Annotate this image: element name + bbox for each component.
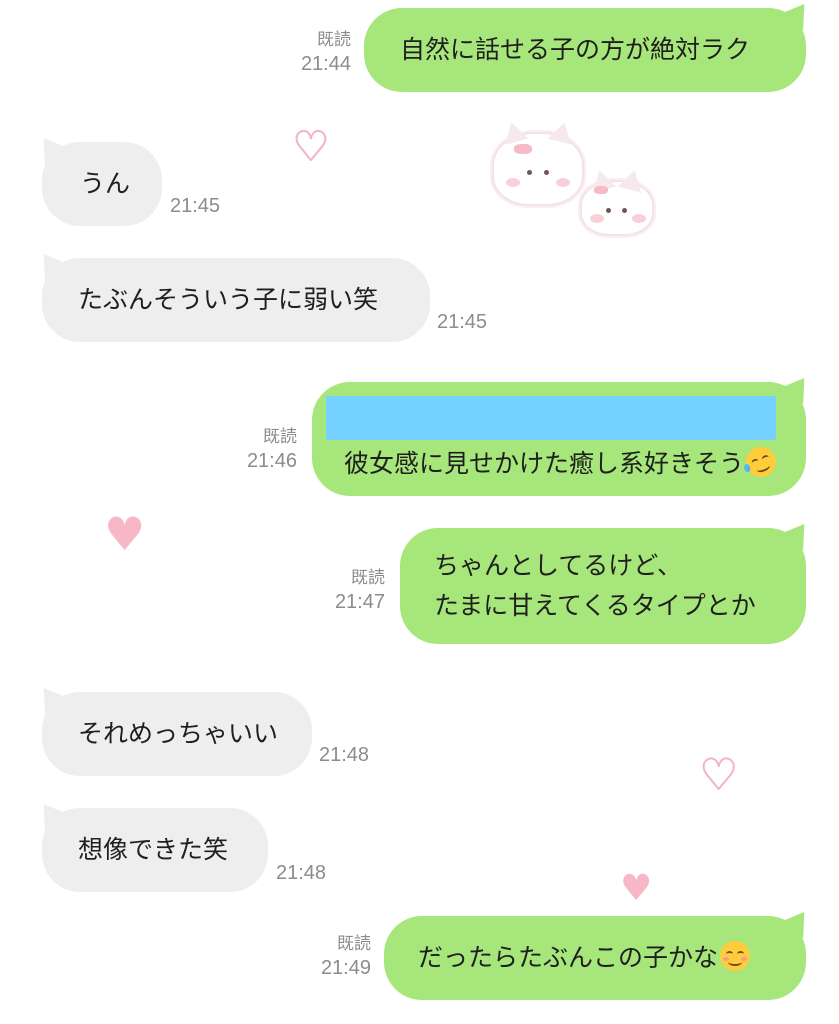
message-time: 21:45 — [170, 195, 221, 217]
message-time: 21:46 — [246, 450, 297, 472]
message-meta: 既読 21:47 — [295, 567, 385, 615]
message-meta: 21:45 — [437, 309, 487, 335]
read-receipt: 既読 — [317, 30, 351, 49]
heart-icon: ♥ — [699, 749, 739, 800]
message-bubble-incoming[interactable]: それめっちゃいい — [42, 692, 312, 776]
message-meta: 21:48 — [276, 860, 326, 886]
message-text: 自然に話せる子の方が絶対ラク — [400, 35, 751, 64]
message-meta: 既読 21:49 — [281, 933, 371, 981]
message-bubble-outgoing[interactable]: だったらたぶんこの子かな — [384, 916, 806, 1000]
message-text: たぶんそういう子に弱い笑 — [78, 285, 379, 314]
message-bubble-outgoing[interactable]: 自然に話せる子の方が絶対ラク — [364, 8, 806, 92]
message-text: うん — [80, 169, 131, 198]
heart-icon: ♥ — [292, 123, 330, 171]
message-time: 21:45 — [437, 311, 488, 333]
rolling-laughing-emoji-icon — [741, 442, 781, 482]
message-text: 彼女感に見せかけた癒し系好きそう — [344, 449, 745, 478]
cat-sticker-icon — [492, 119, 584, 206]
message-text: 想像できた笑 — [78, 835, 229, 864]
heart-icon: ♥ — [620, 868, 653, 909]
redacted-block — [326, 396, 776, 440]
smiling-face-emoji-icon — [720, 941, 751, 971]
cat-sticker-icon — [580, 167, 654, 236]
message-text: たまに甘えてくるタイプとか — [434, 591, 756, 620]
message-bubble-incoming[interactable]: たぶんそういう子に弱い笑 — [42, 258, 430, 342]
message-bubble-incoming[interactable]: 想像できた笑 — [42, 808, 268, 892]
read-receipt: 既読 — [351, 568, 385, 587]
message-time: 21:49 — [320, 957, 371, 979]
message-meta: 既読 21:46 — [207, 426, 297, 474]
heart-icon: ♥ — [104, 507, 146, 561]
message-bubble-outgoing[interactable]: ちゃんとしてるけど、 たまに甘えてくるタイプとか — [400, 528, 806, 644]
message-time: 21:44 — [300, 53, 351, 75]
message-text: だったらたぶんこの子かな — [418, 943, 719, 972]
message-text: それめっちゃいい — [78, 719, 279, 748]
chat-view[interactable]: ♥ ♥ ♥ ♥ 既読 21:44 自然に話せる子の方が絶対ラク うん 21:45… — [0, 0, 839, 1024]
read-receipt: 既読 — [263, 427, 297, 446]
message-meta: 21:45 — [170, 193, 220, 219]
message-text: ちゃんとしてるけど、 — [434, 551, 683, 580]
message-time: 21:48 — [276, 862, 327, 884]
read-receipt: 既読 — [337, 934, 371, 953]
message-time: 21:47 — [334, 591, 385, 613]
message-time: 21:48 — [319, 744, 370, 766]
message-bubble-outgoing[interactable]: 彼女感に見せかけた癒し系好きそう — [312, 382, 806, 496]
message-meta: 既読 21:44 — [261, 29, 351, 77]
message-meta: 21:48 — [319, 742, 369, 768]
message-bubble-incoming[interactable]: うん — [42, 142, 162, 226]
